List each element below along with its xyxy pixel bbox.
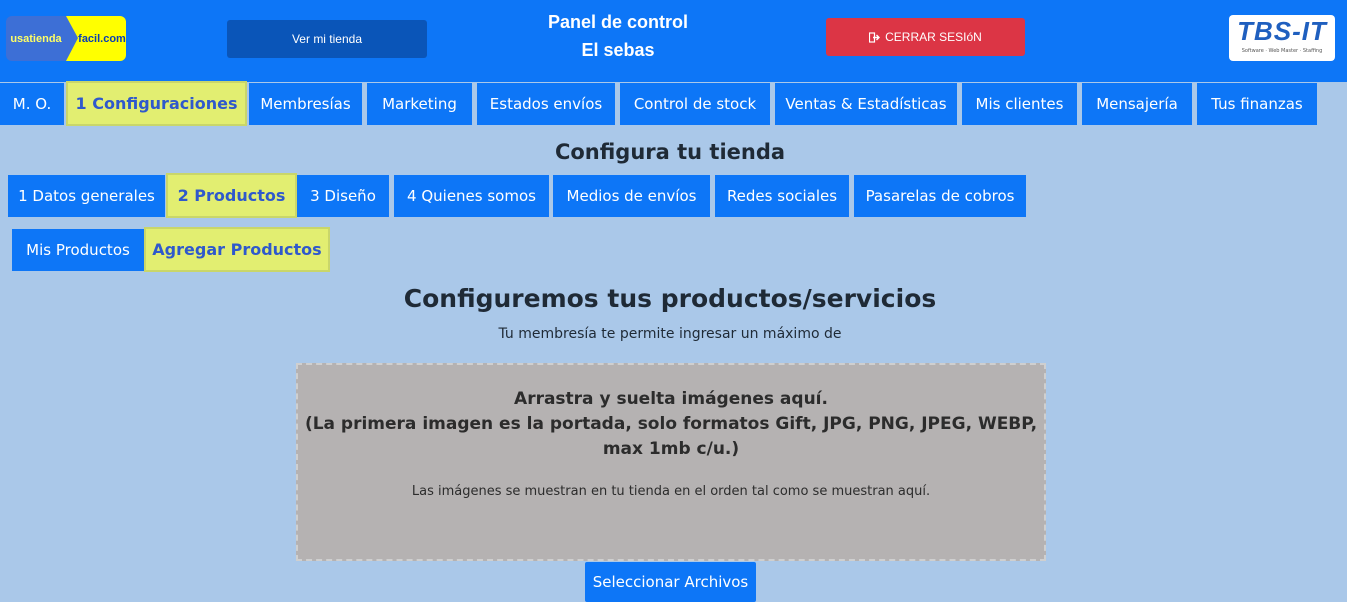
image-dropzone[interactable]: Arrastra y suelta imágenes aquí. (La pri… xyxy=(296,363,1046,561)
dropzone-line2: (La primera imagen es la portada, solo f… xyxy=(304,414,1038,434)
tab-mo[interactable]: M. O. xyxy=(0,83,64,125)
tab-productos[interactable]: 2 Productos xyxy=(166,173,297,218)
tab-quienes-somos[interactable]: 4 Quienes somos xyxy=(394,175,549,217)
tab-estados-envios[interactable]: Estados envíos xyxy=(477,83,615,125)
config-title: Configura tu tienda xyxy=(554,140,786,164)
tab-mis-clientes[interactable]: Mis clientes xyxy=(962,83,1077,125)
tab-membresias[interactable]: Membresías xyxy=(249,83,362,125)
tab-configuraciones[interactable]: 1 Configuraciones xyxy=(66,81,247,126)
config-tabs: 1 Datos generales 2 Productos 3 Diseño 4… xyxy=(8,173,1026,218)
main-nav-tabs: M. O. 1 Configuraciones Membresías Marke… xyxy=(0,81,1317,126)
dropzone-line3: max 1mb c/u.) xyxy=(602,439,740,459)
section-subtitle: Tu membresía te permite ingresar un máxi… xyxy=(498,326,842,342)
tab-datos-generales[interactable]: 1 Datos generales xyxy=(8,175,165,217)
tab-medios-envios[interactable]: Medios de envíos xyxy=(553,175,710,217)
usatiendafacil-logo[interactable]: usatienda facil.com xyxy=(6,16,126,61)
panel-title: Panel de control El sebas xyxy=(518,8,718,64)
tab-mensajeria[interactable]: Mensajería xyxy=(1082,83,1192,125)
top-header: usatienda facil.com Ver mi tienda Panel … xyxy=(0,0,1347,82)
logout-icon xyxy=(869,31,881,43)
tbs-it-logo-text: TBS-IT xyxy=(1237,16,1327,46)
cerrar-sesion-label: CERRAR SESIóN xyxy=(885,30,982,44)
tab-diseno[interactable]: 3 Diseño xyxy=(297,175,389,217)
tbs-it-tagline: Software · Web Master · Staffing xyxy=(1241,48,1323,54)
logo-arrow-shape xyxy=(66,16,78,61)
panel-title-line1: Panel de control xyxy=(547,12,689,32)
logo-left-part-a: usatienda xyxy=(6,16,66,61)
tab-marketing[interactable]: Marketing xyxy=(367,83,472,125)
tab-tus-finanzas[interactable]: Tus finanzas xyxy=(1197,83,1317,125)
dropzone-line1: Arrastra y suelta imágenes aquí. xyxy=(514,389,828,409)
tab-mis-productos[interactable]: Mis Productos xyxy=(12,229,144,271)
tbs-it-logo: TBS-IT Software · Web Master · Staffing xyxy=(1229,15,1335,61)
tab-agregar-productos[interactable]: Agregar Productos xyxy=(144,227,330,272)
panel-title-line2: El sebas xyxy=(581,40,655,60)
ver-mi-tienda-button[interactable]: Ver mi tienda xyxy=(227,20,427,58)
tab-pasarelas-cobros[interactable]: Pasarelas de cobros xyxy=(854,175,1026,217)
tab-ventas-estadisticas[interactable]: Ventas & Estadísticas xyxy=(775,83,957,125)
tab-redes-sociales[interactable]: Redes sociales xyxy=(715,175,849,217)
logo-left-part-b: facil.com xyxy=(78,16,126,61)
cerrar-sesion-button[interactable]: CERRAR SESIóN xyxy=(826,18,1025,56)
dropzone-note: Las imágenes se muestran en tu tienda en… xyxy=(411,484,931,499)
select-files-button[interactable]: Seleccionar Archivos xyxy=(585,562,756,602)
product-tabs: Mis Productos Agregar Productos xyxy=(12,227,330,272)
tab-control-stock[interactable]: Control de stock xyxy=(620,83,770,125)
section-heading: Configuremos tus productos/servicios xyxy=(403,284,937,313)
